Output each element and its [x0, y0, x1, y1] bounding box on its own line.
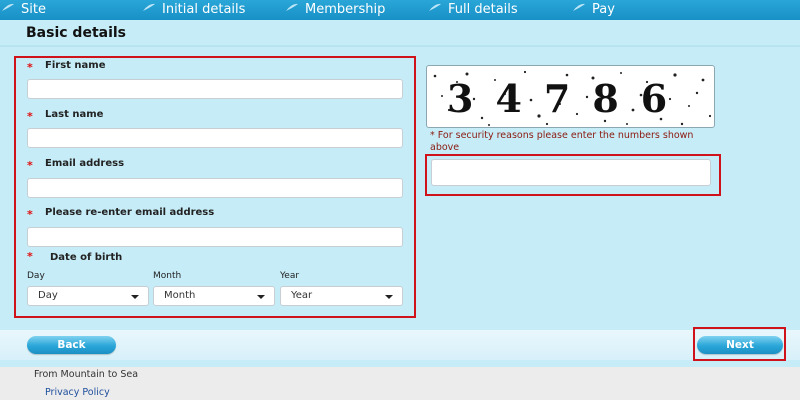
required-marker: *	[27, 159, 33, 172]
email-confirm-input[interactable]	[27, 227, 403, 247]
captcha-input[interactable]	[431, 159, 711, 186]
nav-step-label: Site	[21, 2, 46, 17]
privacy-policy-link[interactable]: Privacy Policy	[45, 387, 110, 398]
captcha-graphic: 34786	[433, 70, 712, 126]
required-marker: *	[27, 110, 33, 123]
email-confirm-label: Please re-enter email address	[45, 207, 215, 218]
captcha-code: 34786	[447, 76, 689, 121]
dob-year-value: Year	[291, 290, 313, 301]
step-arrow-icon	[429, 3, 441, 11]
next-button-highlight	[693, 327, 786, 361]
captcha-image: 34786	[426, 65, 715, 128]
chevron-down-icon	[131, 295, 139, 299]
chevron-down-icon	[385, 295, 393, 299]
action-bar	[0, 330, 800, 360]
dob-day-label: Day	[27, 271, 45, 281]
nav-step-full-details[interactable]: Full details	[429, 0, 518, 20]
nav-step-pay[interactable]: Pay	[573, 0, 615, 20]
email-label: Email address	[45, 158, 125, 169]
nav-step-membership[interactable]: Membership	[286, 0, 385, 20]
dob-year-select[interactable]: Year	[280, 286, 403, 306]
email-input[interactable]	[27, 178, 403, 198]
dob-year-label: Year	[280, 271, 300, 281]
dob-month-label: Month	[153, 271, 182, 281]
last-name-label: Last name	[45, 109, 104, 120]
step-arrow-icon	[573, 3, 585, 11]
first-name-input[interactable]	[27, 79, 403, 99]
step-arrow-icon	[286, 3, 298, 11]
last-name-input[interactable]	[27, 128, 403, 148]
footer-tagline: From Mountain to Sea	[34, 369, 139, 380]
required-marker: *	[27, 61, 33, 74]
required-marker: *	[27, 250, 33, 263]
first-name-label: First name	[45, 60, 106, 71]
date-of-birth-label: Date of birth	[50, 252, 123, 263]
dob-day-value: Day	[38, 290, 58, 301]
required-marker: *	[27, 208, 33, 221]
captcha-instruction: * For security reasons please enter the …	[430, 130, 694, 153]
dob-month-value: Month	[164, 290, 196, 301]
nav-step-initial-details[interactable]: Initial details	[143, 0, 245, 20]
step-arrow-icon	[143, 3, 155, 11]
nav-step-site[interactable]: Site	[2, 0, 46, 20]
nav-step-label: Membership	[305, 2, 386, 17]
dob-day-select[interactable]: Day	[27, 286, 149, 306]
back-button[interactable]: Back	[27, 336, 116, 354]
title-divider	[0, 45, 800, 47]
nav-step-label: Full details	[448, 2, 518, 17]
page-title: Basic details	[26, 25, 127, 41]
dob-month-select[interactable]: Month	[153, 286, 275, 306]
step-navigation: Site Initial details Membership Full det…	[0, 0, 800, 20]
nav-step-label: Pay	[592, 2, 615, 17]
nav-step-label: Initial details	[162, 2, 246, 17]
step-arrow-icon	[2, 3, 14, 11]
chevron-down-icon	[257, 295, 265, 299]
